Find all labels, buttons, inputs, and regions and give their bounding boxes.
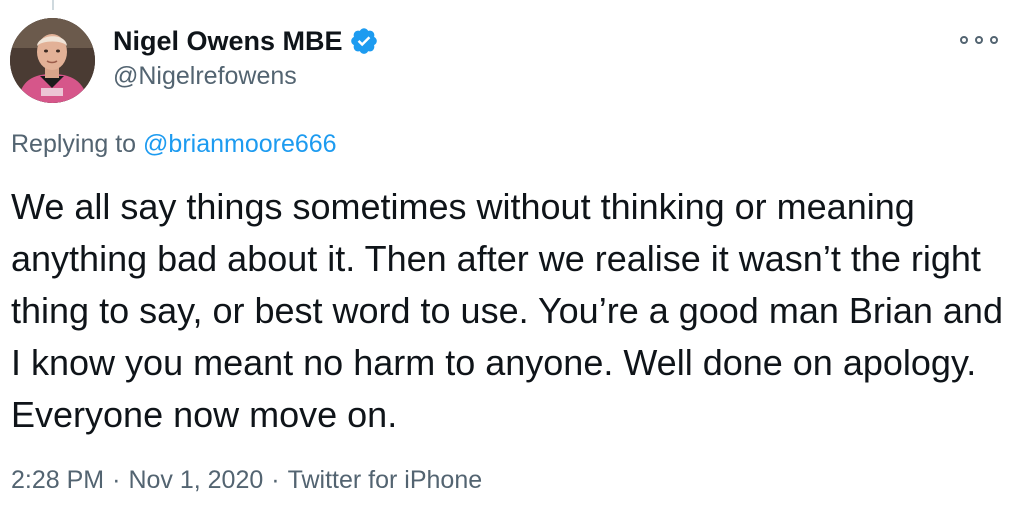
author-block: Nigel Owens MBE @Nigelrefowens — [113, 24, 379, 91]
meta-separator: · — [271, 466, 280, 494]
avatar[interactable] — [10, 18, 95, 103]
author-display-name[interactable]: Nigel Owens MBE — [113, 26, 343, 57]
author-handle[interactable]: @Nigelrefowens — [113, 62, 379, 91]
tweet-date[interactable]: Nov 1, 2020 — [128, 466, 263, 494]
more-dot — [990, 36, 998, 44]
meta-separator: · — [112, 466, 121, 494]
more-dot — [960, 36, 968, 44]
tweet-card: Nigel Owens MBE @Nigelrefowens Replying … — [0, 0, 1024, 509]
more-options-icon[interactable] — [960, 30, 998, 50]
replying-to-label: Replying to — [11, 130, 137, 158]
replying-to-line: Replying to @brianmoore666 — [11, 130, 337, 159]
referee-portrait-icon — [10, 18, 95, 103]
thread-connector-line — [52, 0, 54, 10]
tweet-text: We all say things sometimes without thin… — [11, 186, 1003, 435]
reply-mention-link[interactable]: @brianmoore666 — [143, 130, 337, 158]
tweet-time[interactable]: 2:28 PM — [11, 466, 104, 494]
author-name-row: Nigel Owens MBE — [113, 24, 379, 58]
tweet-metadata: 2:28 PM · Nov 1, 2020 · Twitter for iPhone — [11, 466, 482, 495]
more-dot — [975, 36, 983, 44]
verified-badge-icon — [349, 26, 379, 56]
tweet-source[interactable]: Twitter for iPhone — [288, 466, 483, 494]
